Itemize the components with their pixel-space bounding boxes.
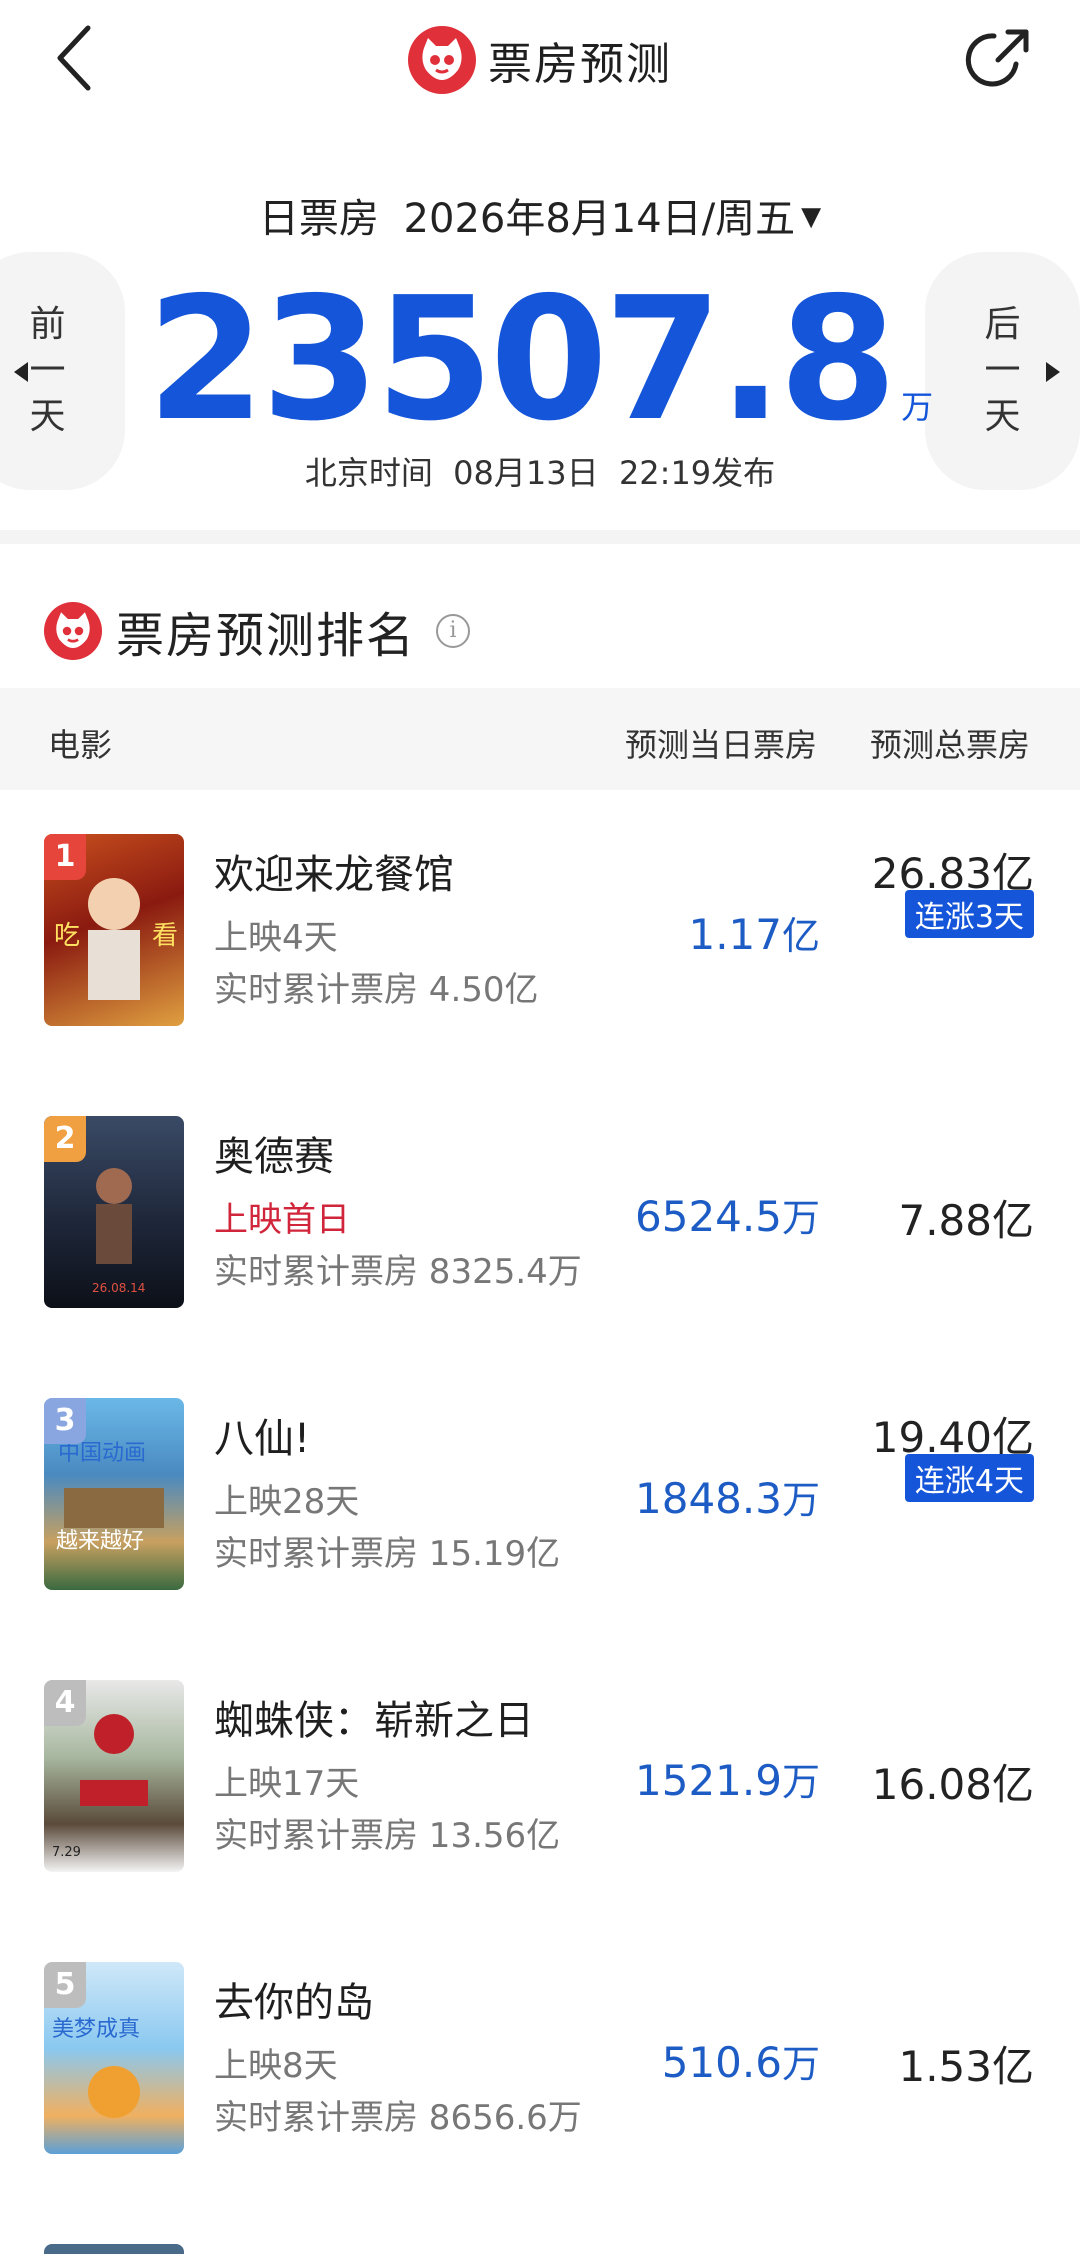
page-title: 票房预测 [488,39,672,90]
column-header-daily: 预测当日票房 [625,726,818,764]
predicted-daily-box-office: 1.17亿 [688,910,820,959]
svg-text:看: 看 [152,921,178,951]
daily-box-office-total: 23507.8 万 [0,275,1080,445]
release-status: 上映4天 [214,918,338,958]
movie-poster: 吃 看 1 [44,834,184,1026]
box-office-value: 23507.8 [146,261,897,459]
maoyan-cat-logo-icon [408,26,476,94]
svg-text:中国动画: 中国动画 [58,1441,146,1466]
movie-row[interactable]: 7.29 4 蜘蛛侠：崭新之日 上映17天 实时累计票房 13.56亿 1521… [0,1636,1080,1918]
predicted-total-box-office: 1.53亿 [898,2042,1034,2091]
publish-time: 北京时间 08月13日 22:19发布 [304,454,776,492]
cumulative-box-office: 实时累计票房 13.56亿 [214,1816,561,1856]
release-status: 上映17天 [214,1764,360,1804]
movie-row[interactable]: 26.08.14 2 奥德赛 上映首日 实时累计票房 8325.4万 6524.… [0,1072,1080,1354]
share-icon [965,29,1029,87]
predicted-daily-box-office: 1521.9万 [635,1756,820,1805]
top-nav-bar: 票房预测 [0,0,1080,120]
section-divider [0,530,1080,544]
movie-poster [44,2244,184,2254]
rank-badge: 1 [44,834,86,880]
movie-title: 奥德赛 [214,1134,334,1180]
movie-row[interactable]: 美梦成真 5 去你的岛 上映8天 实时累计票房 8656.6万 510.6万 1… [0,1918,1080,2200]
svg-text:7.29: 7.29 [52,1845,81,1860]
maoyan-cat-logo-icon [44,602,102,660]
cumulative-box-office: 实时累计票房 8656.6万 [214,2098,582,2138]
movie-title: 蜘蛛侠：崭新之日 [214,1698,534,1744]
section-header: 票房预测排名 i [44,596,471,666]
box-office-unit: 万 [901,388,934,426]
movie-row[interactable]: 中国动画 越来越好 3 八仙! 上映28天 实时累计票房 15.19亿 1848… [0,1354,1080,1636]
svg-text:越来越好: 越来越好 [56,1529,144,1554]
table-header: 电影 预测当日票房 预测总票房 [0,688,1080,790]
date-prefix: 日票房 [258,196,379,242]
movie-title: 去你的岛 [214,1980,374,2026]
rank-badge: 2 [44,1116,86,1162]
movie-poster: 美梦成真 5 [44,1962,184,2154]
predicted-daily-box-office: 6524.5万 [635,1192,820,1241]
selected-date: 2026年8月14日/周五 [403,196,796,242]
svg-text:吃: 吃 [54,921,80,951]
section-title: 票房预测排名 [116,608,417,664]
svg-text:美梦成真: 美梦成真 [52,2017,140,2042]
predicted-daily-box-office: 1848.3万 [635,1474,820,1523]
movie-title: 欢迎来龙餐馆 [214,852,454,898]
movie-poster: 26.08.14 2 [44,1116,184,1308]
share-button[interactable] [962,22,1036,96]
release-status: 上映28天 [214,1482,360,1522]
predicted-total-box-office: 7.88亿 [898,1196,1034,1245]
rank-badge: 4 [44,1680,86,1726]
column-header-movie: 电影 [48,726,113,764]
movie-poster: 7.29 4 [44,1680,184,1872]
predicted-total-box-office: 16.08亿 [871,1760,1034,1809]
movie-poster: 中国动画 越来越好 3 [44,1398,184,1590]
movie-row[interactable]: 吃 看 1 欢迎来龙餐馆 上映4天 实时累计票房 4.50亿 1.17亿 26.… [0,790,1080,1072]
predicted-daily-box-office: 510.6万 [661,2038,820,2087]
trend-badge: 连涨3天 [904,890,1034,938]
cumulative-box-office: 实时累计票房 15.19亿 [214,1534,561,1574]
release-status: 上映首日 [214,1200,350,1240]
movie-title: 八仙! [214,1416,311,1462]
rank-badge: 3 [44,1398,86,1444]
caret-down-icon: ▼ [801,202,822,232]
trend-badge: 连涨4天 [904,1454,1034,1502]
cumulative-box-office: 实时累计票房 8325.4万 [214,1252,582,1292]
column-header-total: 预测总票房 [870,726,1031,764]
date-selector[interactable]: 日票房 2026年8月14日/周五 ▼ [0,186,1080,244]
cumulative-box-office: 实时累计票房 4.50亿 [214,970,539,1010]
svg-text:26.08.14: 26.08.14 [92,1281,145,1295]
release-status: 上映8天 [214,2046,338,2086]
rank-badge: 5 [44,1962,86,2008]
info-icon[interactable]: i [436,614,471,648]
